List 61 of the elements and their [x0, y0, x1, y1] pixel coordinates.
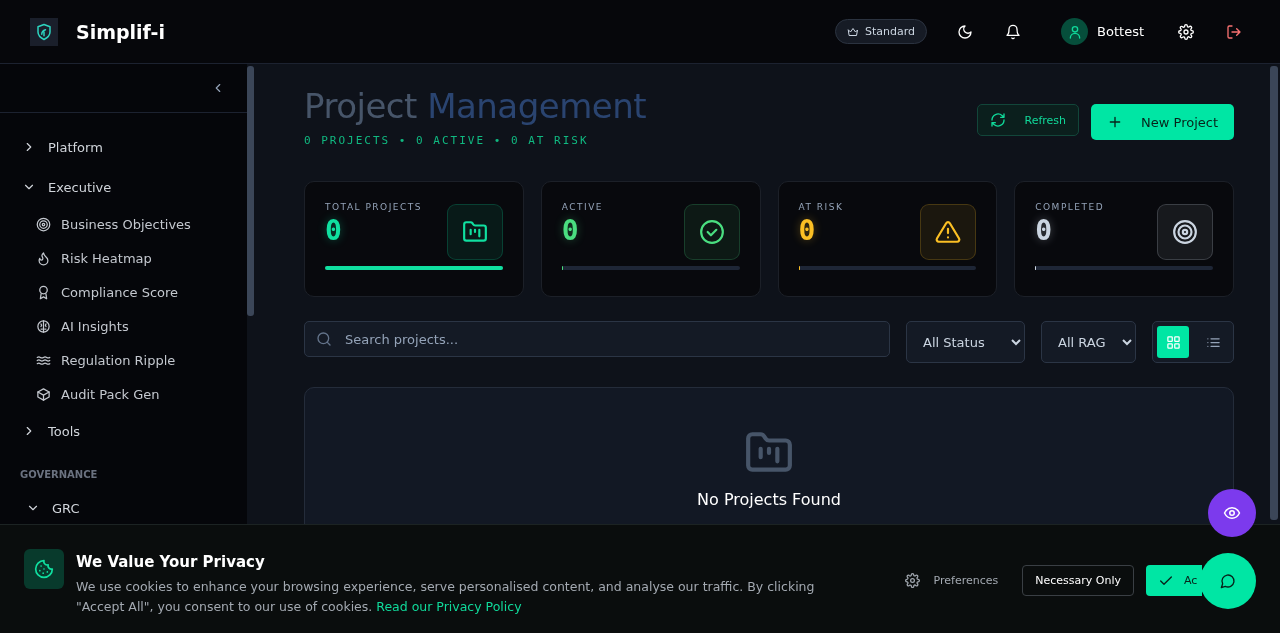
flame-icon — [36, 250, 51, 266]
sidebar-item[interactable]: Risk Heatmap — [0, 241, 247, 275]
stat-label: COMPLETED — [1035, 202, 1105, 212]
stat-label: ACTIVE — [561, 202, 604, 212]
award-icon — [36, 284, 51, 300]
sidebar-group[interactable]: GRC — [0, 488, 247, 528]
check-circle-icon — [698, 219, 725, 245]
scrollbar-thumb[interactable] — [1270, 66, 1278, 520]
settings-icon — [904, 573, 920, 588]
brand-name: Simplif-i — [76, 20, 165, 43]
target-icon — [1172, 219, 1198, 245]
target-icon — [36, 216, 51, 232]
logout-icon — [1226, 23, 1242, 40]
rag-filter-dropdown[interactable]: All RAG — [1041, 321, 1136, 363]
user-name[interactable]: Bottest — [1097, 24, 1144, 39]
settings-icon — [1178, 23, 1194, 40]
search-field[interactable]: Search projects... — [304, 321, 890, 357]
warning-icon — [935, 219, 962, 245]
folder-icon — [461, 219, 488, 245]
sidebar-item[interactable]: Regulation Ripple — [0, 343, 247, 377]
preferences-button[interactable]: Preferences — [892, 565, 1011, 596]
moon-icon — [957, 23, 974, 40]
chat-icon — [1220, 573, 1236, 589]
new-project-button[interactable]: New Project — [1091, 104, 1234, 140]
necessary-only-button[interactable]: Necessary Only — [1022, 565, 1134, 596]
sidebar-group[interactable]: Tools — [0, 411, 247, 451]
sidebar-group[interactable]: Executive — [0, 167, 247, 207]
stat-label: TOTAL PROJECTS — [325, 202, 422, 212]
accept-button[interactable]: Ac — [1146, 565, 1202, 596]
sidebar-item[interactable]: Business Objectives — [0, 207, 247, 241]
brain-icon — [36, 318, 51, 334]
stat-value: 0 — [325, 214, 343, 247]
section-label: GOVERNANCE — [19, 468, 99, 482]
page-title: Project Management — [304, 86, 647, 126]
grid-icon — [1165, 334, 1181, 350]
refresh-icon — [990, 112, 1007, 128]
sidebar-group[interactable]: Platform — [0, 127, 247, 167]
sidebar-item[interactable]: Compliance Score — [0, 275, 247, 309]
cookie-title: We Value Your Privacy — [76, 553, 266, 571]
search-icon — [316, 331, 332, 347]
eye-icon — [1223, 504, 1241, 522]
stat-value: 0 — [798, 214, 817, 247]
scrollbar-thumb[interactable] — [247, 66, 254, 316]
cookie-text: We use cookies to enhance your browsing experience, serve personalised content, and analyse our traffic. By clicking "Accept All", you consent to our use of cookies. Read our Privacy Policy — [76, 578, 816, 616]
stat-label: AT RISK — [798, 202, 844, 212]
sidebar-item[interactable]: AI Insights — [0, 309, 247, 343]
plan-badge: Standard — [835, 19, 928, 44]
refresh-button[interactable]: Refresh — [977, 104, 1080, 136]
cookie-icon — [34, 559, 54, 579]
empty-state-title: No Projects Found — [697, 490, 841, 509]
crown-icon — [847, 25, 859, 38]
stat-value: 0 — [1035, 214, 1054, 247]
cube-icon — [36, 386, 51, 402]
status-filter-dropdown[interactable]: All Status — [906, 321, 1025, 363]
page-subtitle: 0 PROJECTS • 0 ACTIVE • 0 AT RISK — [304, 134, 590, 147]
bell-icon — [1005, 23, 1022, 40]
sidebar-item[interactable]: Audit Pack Gen — [0, 377, 247, 411]
privacy-policy-link[interactable]: Read our Privacy Policy — [376, 599, 522, 614]
stat-value: 0 — [561, 214, 580, 247]
user-avatar[interactable] — [1061, 18, 1089, 45]
shield-icon — [35, 22, 53, 41]
